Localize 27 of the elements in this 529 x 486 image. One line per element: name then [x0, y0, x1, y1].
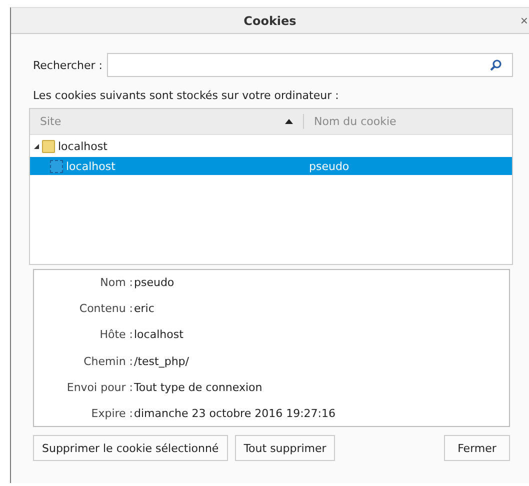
field-label: Hôte :: [98, 328, 134, 342]
close-button[interactable]: ×: [520, 13, 528, 28]
field-label: Contenu :: [78, 302, 134, 316]
site-cell: localhost: [66, 160, 116, 172]
field-value: pseudo: [134, 276, 174, 289]
search-icon: [490, 59, 502, 71]
dialog-button[interactable]: Tout supprimer: [234, 435, 336, 461]
field-label: Chemin :: [82, 354, 134, 368]
field-value: dimanche 23 octobre 2016 19:27:16: [134, 406, 336, 420]
field-value: /test_php/: [134, 354, 189, 368]
folder-icon: [42, 140, 55, 152]
cookie-icon: [50, 160, 63, 172]
site-cell: localhost: [58, 140, 108, 152]
field-value: localhost: [134, 328, 184, 342]
tree-row[interactable]: localhost: [30, 137, 512, 155]
field-label: Envoi pour :: [66, 380, 134, 394]
search-label: Rechercher :: [33, 58, 102, 72]
field-value: eric: [134, 302, 154, 316]
description-text: Les cookies suivants sont stockés sur votre ordinateur :: [33, 89, 340, 102]
field-value: Tout type de connexion: [134, 380, 262, 394]
search-field[interactable]: [106, 53, 513, 77]
dialog-button[interactable]: Supprimer le cookie sélectionné: [33, 435, 228, 461]
field-label: Expire :: [90, 406, 134, 420]
cookie-name-cell: pseudo: [309, 160, 350, 172]
field-label: Nom :: [99, 276, 134, 289]
dialog-button[interactable]: Fermer: [444, 435, 510, 461]
window-title: Cookies: [244, 14, 296, 28]
